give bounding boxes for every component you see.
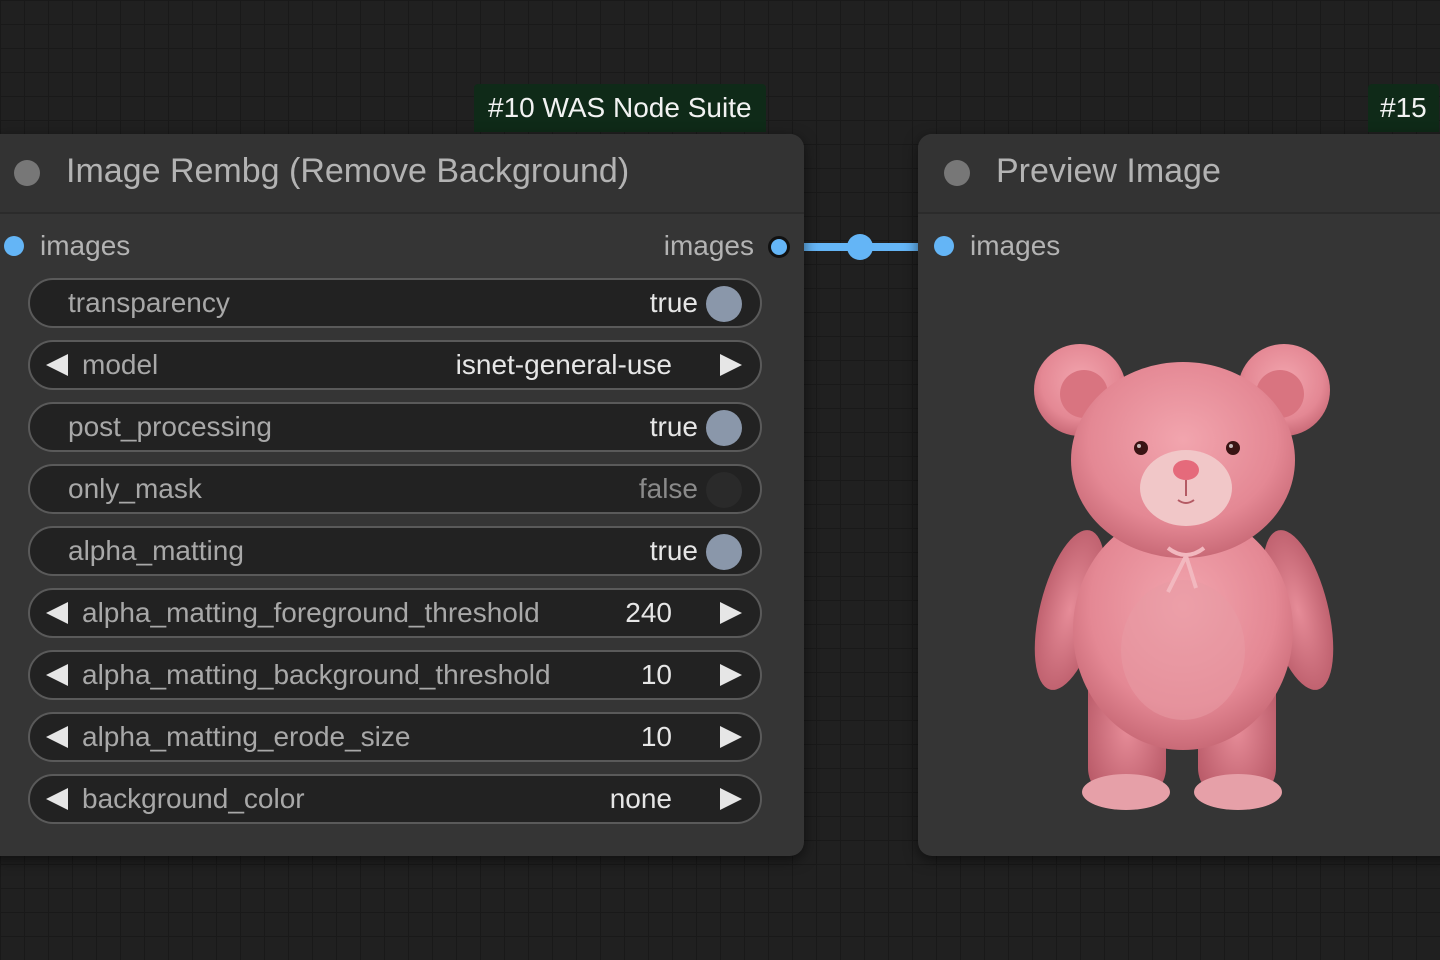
widget-label: alpha_matting_erode_size	[82, 721, 411, 752]
widget-post-processing[interactable]: post_processing true	[28, 402, 762, 452]
widget-label: alpha_matting	[68, 535, 244, 566]
decrement-arrow-icon[interactable]	[46, 664, 68, 686]
link-midpoint-handle[interactable]	[847, 234, 873, 260]
widget-label: model	[82, 349, 159, 380]
widget-label: background_color	[82, 783, 305, 814]
node-title: Image Rembg (Remove Background)	[66, 152, 630, 190]
widget-label: only_mask	[68, 473, 202, 504]
widget-label: alpha_matting_background_threshold	[82, 659, 551, 690]
collapse-dot-icon[interactable]	[14, 160, 40, 186]
widget-value: true	[649, 411, 698, 442]
node-title: Preview Image	[996, 152, 1221, 190]
widget-only-mask[interactable]: only_mask false	[28, 464, 762, 514]
pink-teddy-bear-image	[1034, 344, 1334, 810]
input-slot-images-icon[interactable]	[4, 236, 24, 256]
widget-transparency[interactable]: transparency true	[28, 278, 762, 328]
widget-value: 240	[625, 597, 672, 628]
widget-background-color[interactable]: background_color none	[28, 774, 762, 824]
widget-label: post_processing	[68, 411, 272, 442]
input-slot-images-icon[interactable]	[934, 236, 954, 256]
increment-arrow-icon[interactable]	[720, 664, 742, 686]
node-title-bar[interactable]: Image Rembg (Remove Background)	[0, 134, 804, 214]
widget-alpha-matting[interactable]: alpha_matting true	[28, 526, 762, 576]
widget-value: none	[609, 783, 672, 814]
toggle-on-icon[interactable]	[706, 286, 742, 322]
input-label-images: images	[970, 230, 1061, 261]
toggle-on-icon[interactable]	[706, 410, 742, 446]
widget-label: transparency	[68, 287, 230, 318]
output-label-images: images	[663, 230, 754, 261]
widget-label: alpha_matting_foreground_threshold	[82, 597, 540, 628]
widget-alpha-matting-background-threshold[interactable]: alpha_matting_background_threshold 10	[28, 650, 762, 700]
widget-alpha-matting-foreground-threshold[interactable]: alpha_matting_foreground_threshold 240	[28, 588, 762, 638]
decrement-arrow-icon[interactable]	[46, 788, 68, 810]
input-label-images: images	[40, 230, 131, 261]
node-badge-15: #15	[1368, 84, 1439, 132]
decrement-arrow-icon[interactable]	[46, 726, 68, 748]
widget-value: 10	[640, 659, 672, 690]
widget-value: false	[638, 473, 698, 504]
node-badge-was-suite: #10 WAS Node Suite	[474, 84, 766, 132]
widget-value: true	[649, 535, 698, 566]
widget-value: isnet-general-use	[455, 349, 672, 380]
decrement-arrow-icon[interactable]	[46, 354, 68, 376]
widget-value: true	[649, 287, 698, 318]
increment-arrow-icon[interactable]	[720, 726, 742, 748]
widget-value: 10	[640, 721, 672, 752]
widget-model[interactable]: model isnet-general-use	[28, 340, 762, 390]
collapse-dot-icon[interactable]	[944, 160, 970, 186]
output-slot-images-icon[interactable]	[768, 236, 790, 258]
increment-arrow-icon[interactable]	[720, 602, 742, 624]
toggle-on-icon[interactable]	[706, 534, 742, 570]
image-rembg-node[interactable]: Image Rembg (Remove Background) images i…	[0, 134, 804, 856]
decrement-arrow-icon[interactable]	[46, 602, 68, 624]
increment-arrow-icon[interactable]	[720, 788, 742, 810]
toggle-off-icon[interactable]	[706, 472, 742, 508]
node-title-bar[interactable]: Preview Image	[918, 134, 1440, 214]
increment-arrow-icon[interactable]	[720, 354, 742, 376]
widget-alpha-matting-erode-size[interactable]: alpha_matting_erode_size 10	[28, 712, 762, 762]
